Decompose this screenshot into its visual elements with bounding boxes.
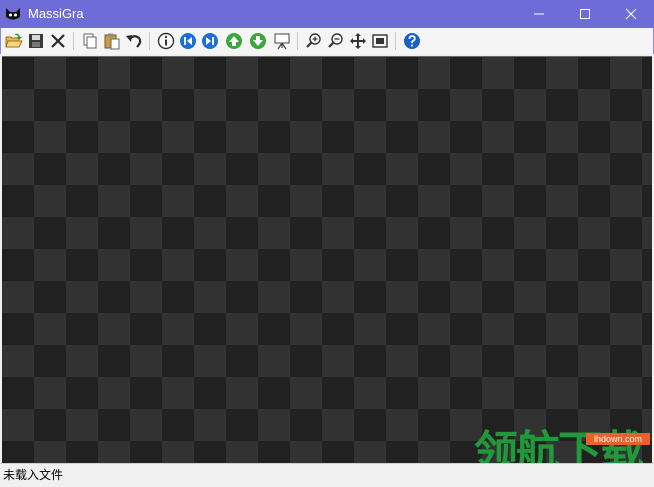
fit-window-button[interactable] bbox=[369, 30, 391, 52]
minimize-icon bbox=[534, 13, 544, 15]
save-button[interactable] bbox=[25, 30, 47, 52]
slideshow-icon bbox=[274, 33, 290, 50]
undo-button[interactable] bbox=[123, 30, 145, 52]
up-button[interactable] bbox=[223, 30, 245, 52]
zoom-out-icon bbox=[328, 33, 343, 48]
previous-blue-icon bbox=[180, 33, 196, 49]
open-button[interactable] bbox=[3, 30, 25, 52]
paste-button[interactable] bbox=[101, 30, 123, 52]
open-folder-icon bbox=[5, 33, 23, 48]
help-icon bbox=[404, 33, 420, 49]
title-bar: MassiGra bbox=[0, 0, 654, 28]
zoom-in-icon bbox=[306, 33, 321, 48]
status-bar: 未载入文件 bbox=[0, 463, 654, 487]
status-text: 未载入文件 bbox=[3, 468, 64, 482]
toolbar bbox=[0, 28, 654, 54]
toolbar-separator bbox=[149, 32, 150, 50]
next-button[interactable] bbox=[199, 30, 221, 52]
cat-app-icon bbox=[6, 8, 20, 20]
close-file-button[interactable] bbox=[47, 30, 69, 52]
maximize-button[interactable] bbox=[562, 0, 608, 28]
save-disk-icon bbox=[29, 34, 43, 48]
up-green-icon bbox=[226, 33, 242, 49]
close-window-button[interactable] bbox=[608, 0, 654, 28]
pan-button[interactable] bbox=[347, 30, 369, 52]
copy-button[interactable] bbox=[79, 30, 101, 52]
fit-window-icon bbox=[372, 34, 388, 48]
pan-icon bbox=[350, 33, 366, 49]
toolbar-separator bbox=[73, 32, 74, 50]
info-button[interactable] bbox=[155, 30, 177, 52]
paste-icon bbox=[104, 33, 120, 50]
previous-button[interactable] bbox=[177, 30, 199, 52]
close-icon bbox=[625, 8, 637, 20]
zoom-in-button[interactable] bbox=[303, 30, 325, 52]
next-blue-icon bbox=[202, 33, 218, 49]
watermark-site: lhdown.com bbox=[586, 433, 650, 445]
slideshow-button[interactable] bbox=[271, 30, 293, 52]
copy-icon bbox=[83, 33, 97, 49]
window-title: MassiGra bbox=[28, 6, 84, 21]
down-button[interactable] bbox=[247, 30, 269, 52]
undo-icon bbox=[126, 35, 142, 48]
toolbar-separator bbox=[395, 32, 396, 50]
minimize-button[interactable] bbox=[516, 0, 562, 28]
close-x-icon bbox=[51, 34, 65, 48]
maximize-icon bbox=[580, 9, 590, 19]
zoom-out-button[interactable] bbox=[325, 30, 347, 52]
down-green-icon bbox=[250, 33, 266, 49]
info-icon bbox=[157, 32, 175, 50]
toolbar-separator bbox=[297, 32, 298, 50]
help-button[interactable] bbox=[401, 30, 423, 52]
image-canvas[interactable] bbox=[2, 56, 652, 463]
